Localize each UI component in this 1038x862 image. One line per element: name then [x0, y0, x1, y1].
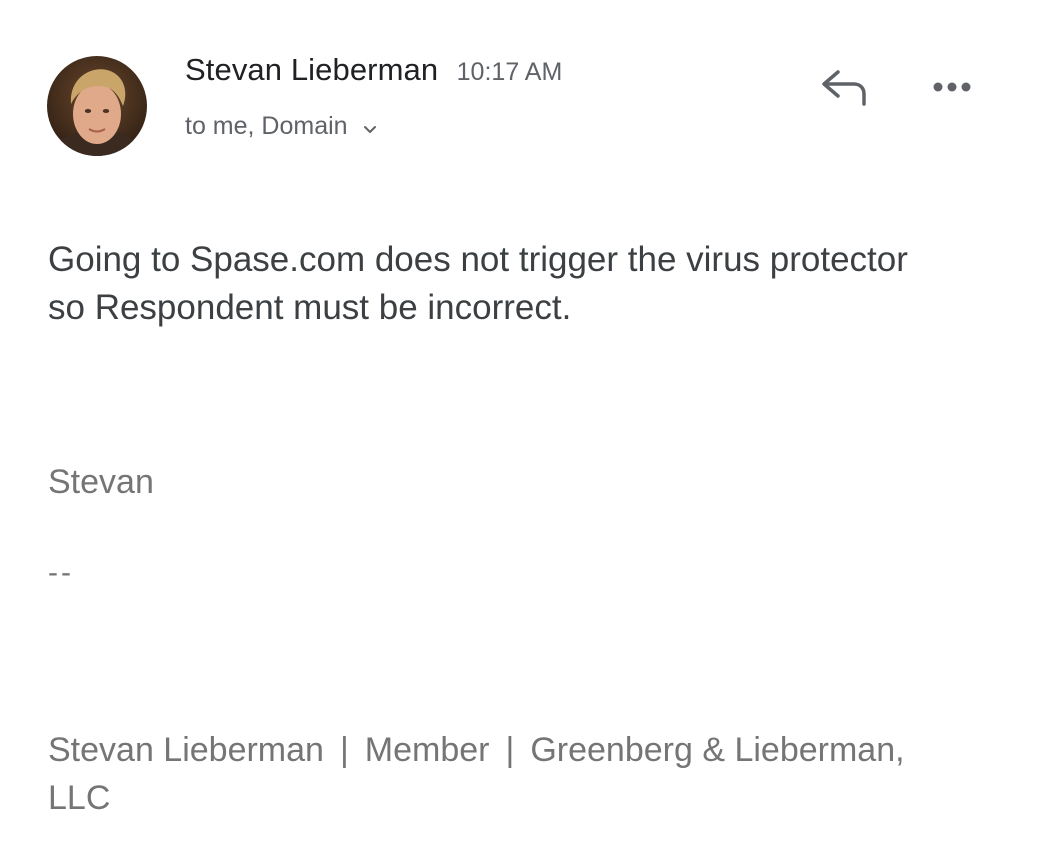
email-signature: Stevan Lieberman | Member | Greenberg & Lieb… [48, 726, 928, 822]
reply-button[interactable] [818, 66, 872, 110]
email-signoff: Stevan [48, 463, 154, 501]
signature-separator: -- [48, 556, 74, 589]
sender-name: Stevan Lieberman [185, 52, 439, 87]
recipients-label: to me, Domain [185, 112, 348, 140]
signature-divider: | [339, 731, 349, 769]
signature-name: Stevan Lieberman [48, 731, 324, 769]
avatar-photo [47, 56, 147, 156]
recipients-toggle[interactable]: to me, Domain [185, 112, 377, 142]
email-header: Stevan Lieberman 10:17 AM to me, Domain [0, 0, 1038, 180]
sender-avatar[interactable] [47, 56, 147, 156]
email-body: Going to Spase.com does not trigger the … [48, 240, 908, 327]
chevron-down-icon [363, 113, 377, 142]
more-options-icon [933, 82, 971, 92]
signature-divider: | [505, 731, 515, 769]
signature-role: Member [364, 731, 490, 769]
more-options-button[interactable] [928, 72, 978, 102]
reply-icon [822, 70, 866, 106]
sent-time: 10:17 AM [456, 58, 563, 86]
sender-line: Stevan Lieberman 10:17 AM [185, 52, 562, 88]
